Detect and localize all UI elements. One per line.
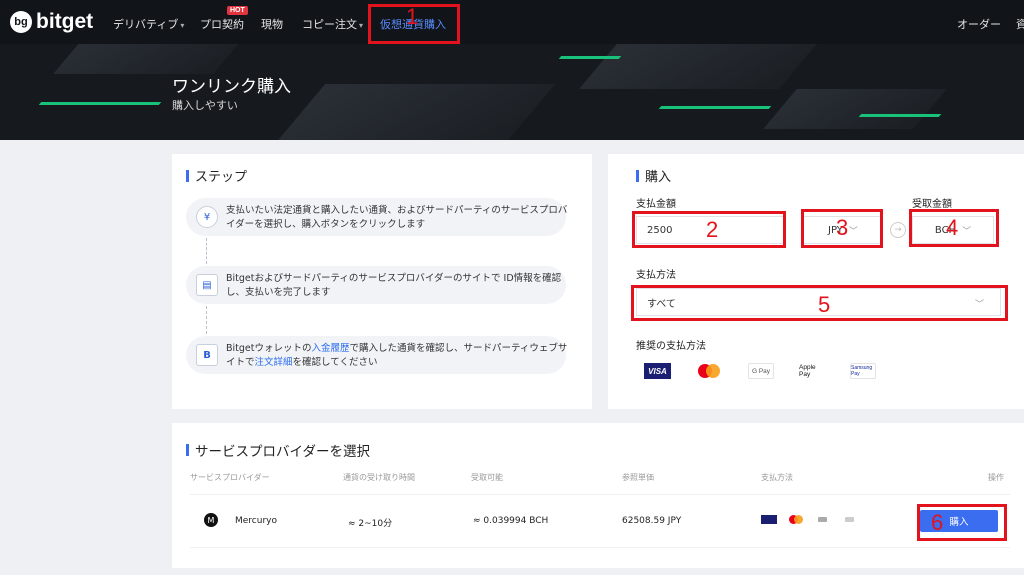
hero-decoration (763, 89, 947, 129)
nav-pro-contract-label: プロ契約 (200, 18, 244, 31)
buy-title: 購入 (636, 166, 671, 185)
mastercard-logo (694, 363, 724, 379)
id-card-icon: ▤ (196, 274, 218, 296)
col-receive-time: 通貨の受け取り時間 (343, 473, 415, 482)
samsung-pay-logo: Samsung Pay (850, 363, 876, 379)
nav-spot-label: 現物 (261, 18, 283, 31)
page-title: ワンリンク購入 (172, 77, 291, 97)
nav-assets-cut[interactable]: 資 (1016, 16, 1024, 32)
provider-name: Mercuryo (235, 516, 277, 526)
hero-banner: ワンリンク購入 購入しやすい (0, 44, 1024, 140)
recommended-methods-label: 推奨の支払方法 (636, 341, 706, 352)
nav-spot[interactable]: 現物 (261, 16, 283, 32)
hero-glow (858, 114, 942, 117)
annotation-number-5: 5 (818, 292, 831, 317)
nav-copy-trade-label: コピー注文 (302, 18, 357, 31)
step-3-text: Bitgetウォレットの入金履歴で購入した通貨を確認し、サードパーティウェブサイ… (226, 342, 576, 370)
annotation-number-1: 1 (406, 4, 419, 29)
step-connector (206, 238, 207, 264)
available-amount: ≈ 0.039994 BCH (473, 516, 549, 526)
google-pay-logo: G Pay (748, 363, 774, 379)
hero-decoration (579, 44, 821, 89)
nav-derivatives-label: デリバティブ (113, 18, 179, 31)
col-payment-methods: 支払方法 (761, 473, 793, 482)
hero-decoration (53, 44, 247, 74)
top-navigation: bg bitget デリバティブ ▾ プロ契約 HOT 現物 コピー注文 ▾ 仮想通… (0, 0, 1024, 44)
annotation-number-6: 6 (931, 510, 944, 535)
mercuryo-logo-icon: M (204, 513, 218, 527)
col-action: 操作 (988, 473, 1004, 482)
hero-glow (38, 102, 162, 105)
hero-glow (658, 106, 772, 109)
nav-derivatives[interactable]: デリバティブ ▾ (113, 16, 184, 32)
col-provider: サービスプロバイダー (190, 473, 270, 482)
annotation-number-3: 3 (836, 215, 849, 240)
brand-name: bitget (36, 10, 94, 33)
mastercard-icon (698, 364, 720, 378)
table-row (190, 494, 1010, 548)
pay-amount-label: 支払金額 (636, 199, 676, 210)
apple-pay-icon (818, 517, 827, 522)
nav-pro-contract[interactable]: プロ契約 (200, 16, 244, 32)
reference-price: 62508.59 JPY (622, 516, 682, 526)
step-connector (206, 306, 207, 334)
steps-title: ステップ (186, 166, 247, 185)
hero-glow (558, 56, 622, 59)
yen-exchange-icon: ¥ (196, 206, 218, 228)
chevron-down-icon: ▾ (180, 21, 185, 30)
annotation-number-2: 2 (706, 217, 719, 242)
order-details-link[interactable]: 注文詳細 (255, 357, 293, 368)
deposit-history-link[interactable]: 入金履歴 (311, 343, 349, 354)
page-subtitle: 購入しやすい (172, 99, 238, 112)
step-3-text-pre: Bitgetウォレットの (226, 343, 312, 354)
col-available: 受取可能 (471, 473, 503, 482)
bitget-logo[interactable]: bg bitget (10, 10, 93, 34)
step-1-text: 支払いたい法定通貨と購入したい通貨、およびサードパーティのサービスプロバイダーを… (226, 205, 568, 230)
providers-title: サービスプロバイダーを選択 (186, 440, 370, 460)
col-reference-price: 参照単価 (622, 473, 654, 482)
samsung-pay-icon (845, 517, 854, 522)
visa-logo: VISA (644, 363, 671, 379)
visa-icon (761, 515, 777, 524)
annotation-number-4: 4 (946, 215, 959, 240)
hero-decoration (274, 84, 556, 140)
payment-method-label: 支払方法 (636, 270, 676, 281)
mastercard-icon (789, 515, 803, 524)
nav-orders[interactable]: オーダー (957, 16, 1001, 32)
receive-time: ≈ 2~10分 (348, 519, 393, 529)
arrow-right-icon: → (890, 222, 906, 238)
nav-copy-trade[interactable]: コピー注文 ▾ (302, 16, 363, 32)
receive-amount-label: 受取金額 (912, 199, 952, 210)
apple-pay-logo: Apple Pay (799, 364, 816, 378)
step-2-text: Bitgetおよびサードパーティのサービスプロバイダーのサイトで ID情報を確認… (226, 273, 562, 298)
chevron-down-icon: ▾ (359, 21, 364, 30)
hot-badge: HOT (227, 6, 248, 15)
step-3-text-post: を確認してください (292, 357, 378, 368)
bitget-logo-icon: bg (10, 11, 32, 33)
bitget-b-icon: B (196, 344, 218, 366)
